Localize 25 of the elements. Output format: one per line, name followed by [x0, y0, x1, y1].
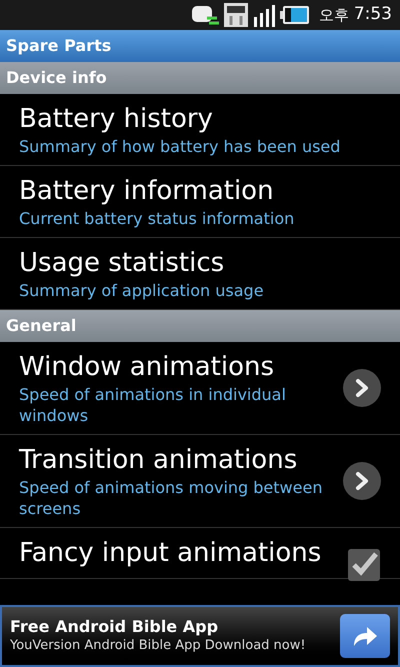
item-summary: Summary of how battery has been used	[19, 136, 342, 157]
chevron-icon[interactable]	[343, 462, 381, 500]
checkbox[interactable]	[347, 548, 381, 582]
time-period: 오후	[318, 4, 349, 26]
section-header: General	[0, 310, 400, 342]
ad-title[interactable]: Free Android Bible App	[10, 617, 340, 637]
app-title-bar: Spare Parts	[0, 30, 400, 62]
item-title: Battery information	[19, 175, 275, 208]
item-summary: Summary of application usage	[19, 280, 265, 301]
item-summary: Current battery status information	[19, 208, 296, 229]
forward-arrow-icon	[352, 625, 378, 647]
battery-icon	[280, 5, 310, 25]
item-title: Battery history	[19, 103, 214, 136]
item-title: Window animations	[19, 351, 276, 384]
signal-icon	[252, 3, 275, 27]
item-summary: Speed of animations moving between screens	[19, 477, 324, 519]
ad-text: YouVersion Android Bible App Download now!	[10, 637, 307, 655]
item-title: Fancy input animations	[19, 537, 322, 570]
share-button[interactable]	[340, 614, 390, 658]
item-title: Usage statistics	[19, 247, 226, 280]
clock: 7:53	[354, 3, 392, 26]
chevron-icon[interactable]	[343, 369, 381, 407]
item-title: Transition animations	[19, 444, 298, 477]
item-summary: Speed of animations in individual windows	[19, 384, 287, 426]
section-header: Device info	[0, 62, 400, 94]
